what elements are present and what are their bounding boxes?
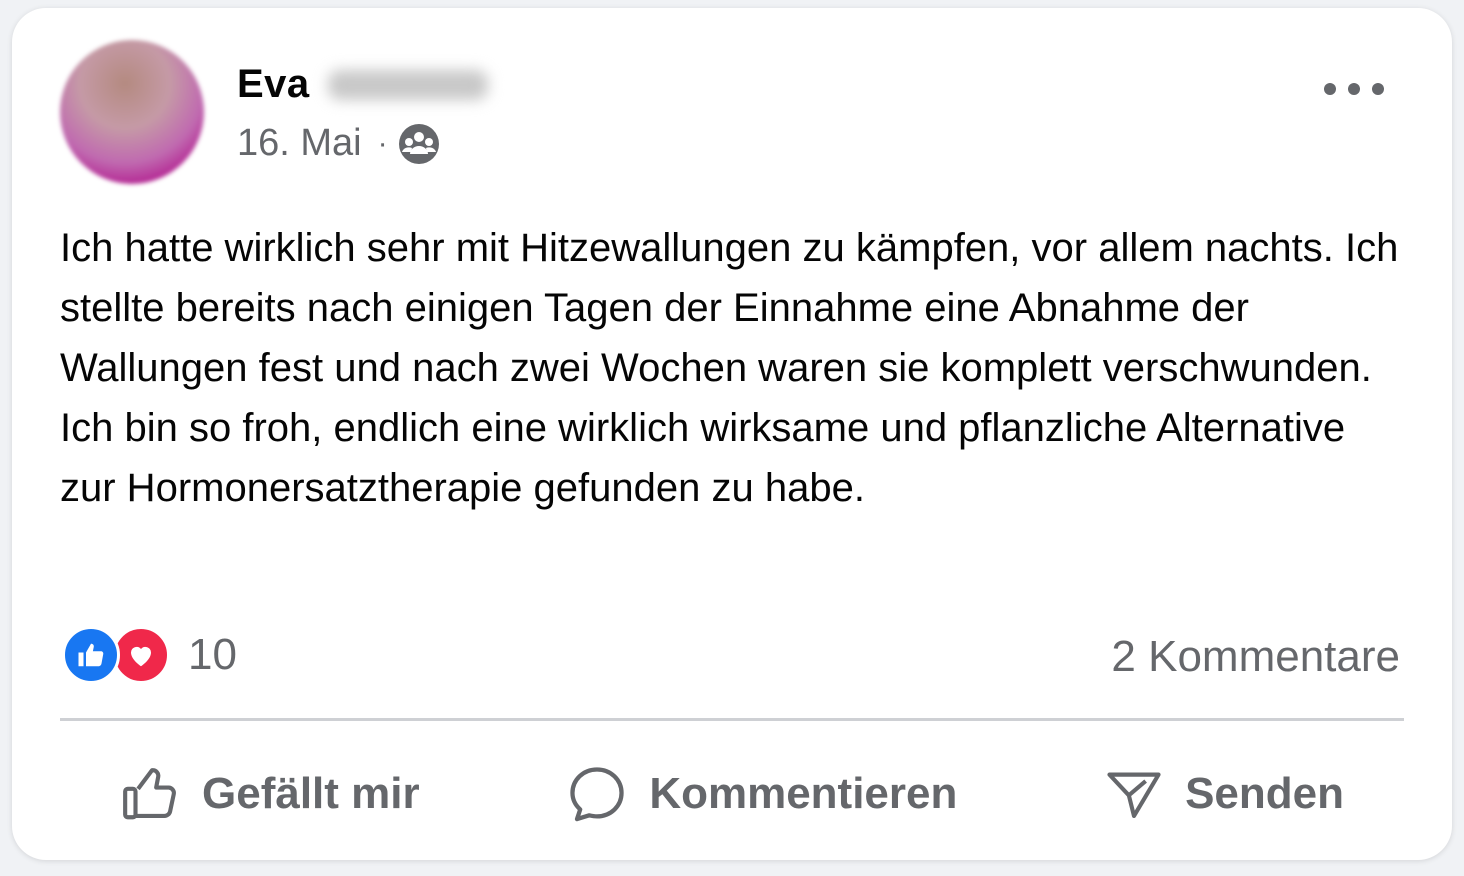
divider [60, 718, 1404, 721]
reactions-summary[interactable]: 10 [62, 626, 237, 684]
like-reaction-icon [62, 626, 120, 684]
send-button-label: Senden [1185, 769, 1344, 818]
post-card: Eva 16. Mai · Ich hatte wirklich sehr mi… [12, 8, 1452, 860]
more-dot [1372, 83, 1384, 95]
comment-button-label: Kommentieren [649, 769, 958, 818]
meta-separator: · [377, 126, 388, 160]
author-name[interactable]: Eva [237, 62, 310, 107]
comments-count-link[interactable]: 2 Kommentare [1111, 632, 1400, 682]
more-dot [1324, 83, 1336, 95]
avatar[interactable] [60, 40, 204, 184]
thumbs-up-icon [120, 763, 182, 825]
like-button[interactable]: Gefällt mir [60, 748, 480, 840]
author-header: Eva [237, 62, 488, 107]
like-button-label: Gefällt mir [202, 769, 420, 818]
action-bar: Gefällt mir Kommentieren Senden [60, 748, 1404, 840]
post-meta: 16. Mai · [237, 122, 440, 165]
post-date[interactable]: 16. Mai [237, 122, 362, 165]
comment-bubble-icon [565, 762, 629, 826]
send-button[interactable]: Senden [1043, 748, 1404, 840]
love-reaction-icon [112, 626, 170, 684]
more-options-icon[interactable] [1324, 76, 1384, 102]
comment-button[interactable]: Kommentieren [505, 748, 1017, 840]
more-dot [1348, 83, 1360, 95]
send-icon [1103, 763, 1165, 825]
group-icon[interactable] [398, 123, 440, 165]
author-surname-blurred [327, 69, 488, 100]
post-text: Ich hatte wirklich sehr mit Hitzewallung… [60, 226, 1399, 510]
reaction-count: 10 [188, 630, 237, 679]
